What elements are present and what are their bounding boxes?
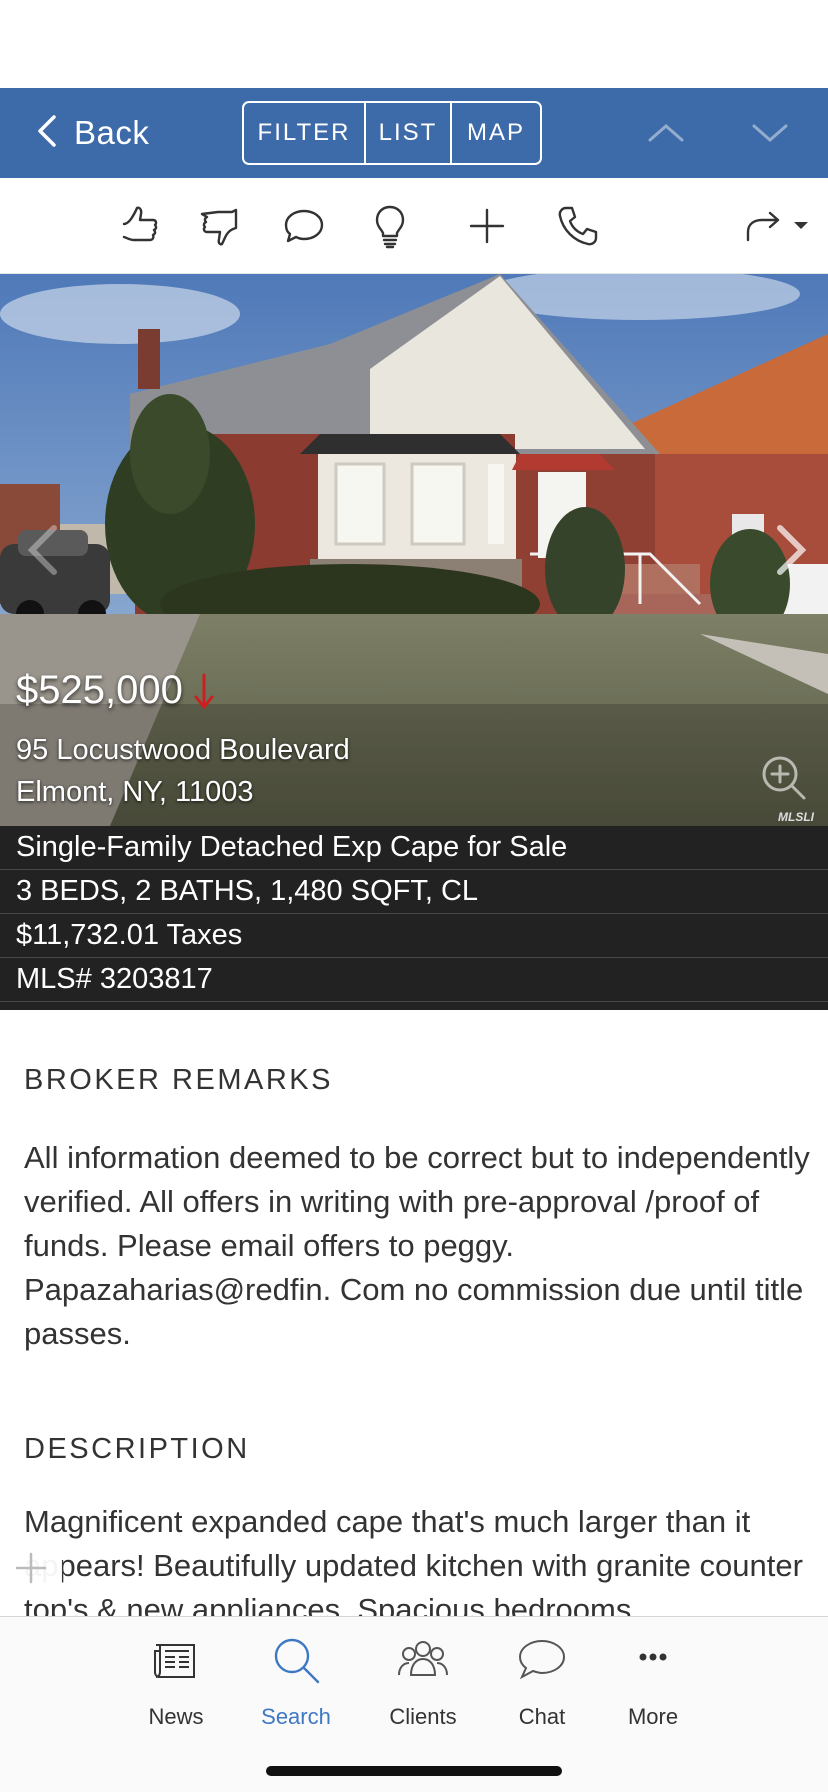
zoom-icon[interactable] [758,752,810,804]
view-segmented-control: FILTER LIST MAP [242,101,542,165]
next-photo-chevron-icon[interactable] [768,520,814,580]
tab-search-label: Search [261,1704,331,1729]
description-heading: DESCRIPTION [24,1433,250,1465]
tab-more-label: More [627,1704,679,1729]
back-label: Back [74,114,150,151]
property-specs: 3 BEDS, 2 BATHS, 1,480 SQFT, CL [0,870,828,914]
tab-news[interactable]: News [121,1627,231,1729]
address-line-2: Elmont, NY, 11003 [16,776,254,808]
property-taxes: $11,732.01 Taxes [0,914,828,958]
broker-remarks-text: All information deemed to be correct but… [24,1140,810,1351]
search-icon [268,1627,324,1690]
tab-chat-label: Chat [518,1704,566,1729]
thumbs-down-icon[interactable] [196,202,244,250]
chevron-left-icon [34,114,60,153]
thumbs-up-icon[interactable] [116,202,164,250]
map-segment[interactable]: MAP [450,103,540,163]
listing-summary: Single-Family Detached Exp Cape for Sale… [0,826,828,1010]
previous-listing-chevron-up-icon[interactable] [646,116,686,150]
address-line-1: 95 Locustwood Boulevard [16,734,350,766]
price-group: $525,000 [16,668,215,713]
more-dots-icon [625,1627,681,1690]
description-text: Magnificent expanded cape that's much la… [24,1504,803,1616]
action-toolbar [0,178,828,274]
chat-bubble-icon [514,1627,570,1690]
tab-clients[interactable]: Clients [368,1627,478,1729]
people-icon [395,1627,451,1690]
home-indicator [266,1766,562,1776]
phone-icon[interactable] [554,202,602,250]
tab-chat[interactable]: Chat [487,1627,597,1729]
previous-photo-chevron-icon[interactable] [20,520,66,580]
plus-icon[interactable] [463,202,511,250]
mls-logo: MLSLI [778,810,814,824]
share-icon[interactable] [742,202,812,250]
listing-photo[interactable]: $525,000 95 Locustwood Boulevard Elmont,… [0,274,828,826]
tab-more[interactable]: More [598,1627,708,1729]
add-floating-button[interactable] [0,1536,62,1600]
tab-news-label: News [148,1704,204,1729]
listing-price: $525,000 [16,668,183,712]
property-type: Single-Family Detached Exp Cape for Sale [0,826,828,870]
comment-icon[interactable] [280,202,328,250]
mls-number: MLS# 3203817 [0,958,828,1002]
back-button[interactable]: Back [34,110,149,156]
filter-segment[interactable]: FILTER [244,103,364,163]
status-bar [0,0,828,88]
description-scroll-area[interactable]: Magnificent expanded cape that's much la… [0,1500,828,1616]
nav-bar: Back FILTER LIST MAP [0,88,828,178]
tab-search[interactable]: Search [241,1627,351,1729]
price-down-arrow-icon [193,671,215,711]
broker-remarks-heading: BROKER REMARKS [24,1064,333,1096]
newspaper-icon [148,1627,204,1690]
next-listing-chevron-down-icon[interactable] [750,116,790,150]
list-segment[interactable]: LIST [364,103,450,163]
lightbulb-icon[interactable] [366,202,414,250]
tab-clients-label: Clients [389,1704,457,1729]
